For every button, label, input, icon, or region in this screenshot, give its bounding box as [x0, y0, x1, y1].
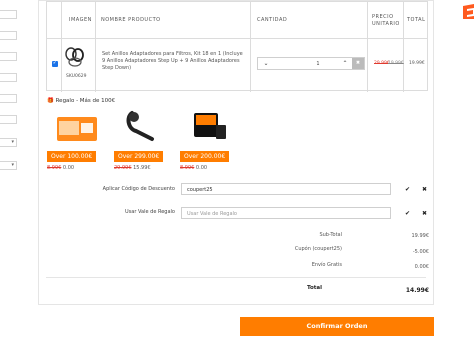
gift-new-price: 0.00 [62, 165, 75, 171]
form-field[interactable] [0, 94, 17, 103]
gift-select-button[interactable]: Over 299.00€ [114, 151, 164, 162]
subtotal-value: 19.99€ [411, 233, 430, 239]
gift-icon: 🎁 [47, 98, 54, 104]
voucher-input[interactable]: Usar Vale de Regalo [181, 207, 391, 219]
cart-table: IMAGEN NOMBRE PRODUCTO CANTIDAD PRECIO U… [46, 1, 428, 92]
quantity-input[interactable]: 1 [288, 61, 348, 67]
gift-select-button[interactable]: Over 200.00€ [180, 151, 230, 162]
shipping-value: 0.00€ [414, 264, 429, 270]
form-field[interactable] [0, 52, 17, 61]
gift-card-image [57, 117, 97, 141]
coupon-discount-value: -5.00€ [412, 249, 429, 255]
gift-old-price: 8.99€ [180, 165, 195, 171]
headset-image [126, 111, 154, 141]
col-header-qty: CANTIDAD [257, 17, 288, 23]
gift-new-price: 0.00 [195, 165, 208, 171]
gift-title-text: Regalo - Más de 100€ [55, 98, 116, 104]
gift-select-button[interactable]: Over 100.00€ [47, 151, 97, 162]
chevron-down-icon[interactable]: ⌄ [261, 60, 271, 68]
gift-new-price: 15.99€ [133, 165, 151, 171]
gift-title: 🎁 Regalo - Más de 100€ [47, 98, 115, 104]
coupon-discount-label: Cupón (coupert25) [294, 246, 342, 252]
gift-old-price: 29.99€ [114, 165, 132, 171]
apply-coupon-check-icon[interactable]: ✔ [405, 186, 410, 193]
product-sku: SKU0629 [66, 74, 87, 79]
memory-card-image [194, 113, 226, 139]
col-header-name: NOMBRE PRODUCTO [101, 17, 161, 23]
row-total: 19.99€ [409, 61, 425, 66]
remove-item-button[interactable]: ✖ [352, 58, 364, 69]
total-label: Total [306, 285, 322, 291]
form-field[interactable] [0, 31, 17, 40]
gift-price: 29.99€ 15.99€ [114, 165, 151, 171]
col-header-unit-price: PRECIO UNITARIO [372, 14, 400, 27]
confirm-order-button[interactable]: Confirmar Orden [240, 317, 434, 336]
apply-voucher-check-icon[interactable]: ✔ [405, 210, 410, 217]
total-value: 14.99€ [405, 287, 429, 294]
form-select[interactable] [0, 138, 17, 147]
coupon-label: Aplicar Código de Descuento [102, 186, 175, 192]
quantity-stepper: ⌄ 1 ⌃ ✖ [257, 57, 365, 70]
shipping-label: Envío Gratis [311, 262, 342, 268]
divider [46, 277, 426, 278]
gift-price: 8.99€ 0.00 [47, 165, 74, 171]
product-image [65, 47, 84, 67]
subtotal-label: Sub-Total [319, 232, 342, 238]
gift-price: 8.99€ 0.00 [180, 165, 207, 171]
gift-old-price: 8.99€ [47, 165, 62, 171]
brand-logo-icon [463, 4, 474, 19]
voucher-label: Usar Vale de Regalo [125, 209, 175, 215]
cart-card: IMAGEN NOMBRE PRODUCTO CANTIDAD PRECIO U… [38, 0, 434, 305]
col-header-total: TOTAL [407, 17, 426, 23]
row-checkbox[interactable] [52, 60, 58, 67]
remove-voucher-close-icon[interactable]: ✖ [422, 210, 427, 217]
chevron-up-icon[interactable]: ⌃ [340, 60, 350, 68]
form-field[interactable] [0, 115, 17, 124]
col-header-image: IMAGEN [69, 17, 92, 23]
remove-coupon-close-icon[interactable]: ✖ [422, 186, 427, 193]
form-field[interactable] [0, 10, 17, 19]
product-name[interactable]: Set Anillos Adaptadores para Filtros, Ki… [102, 51, 247, 72]
coupon-input[interactable]: coupert25 [181, 183, 391, 195]
form-field[interactable] [0, 73, 17, 82]
unit-price: 19.99€ [388, 61, 404, 66]
form-select[interactable] [0, 161, 17, 170]
